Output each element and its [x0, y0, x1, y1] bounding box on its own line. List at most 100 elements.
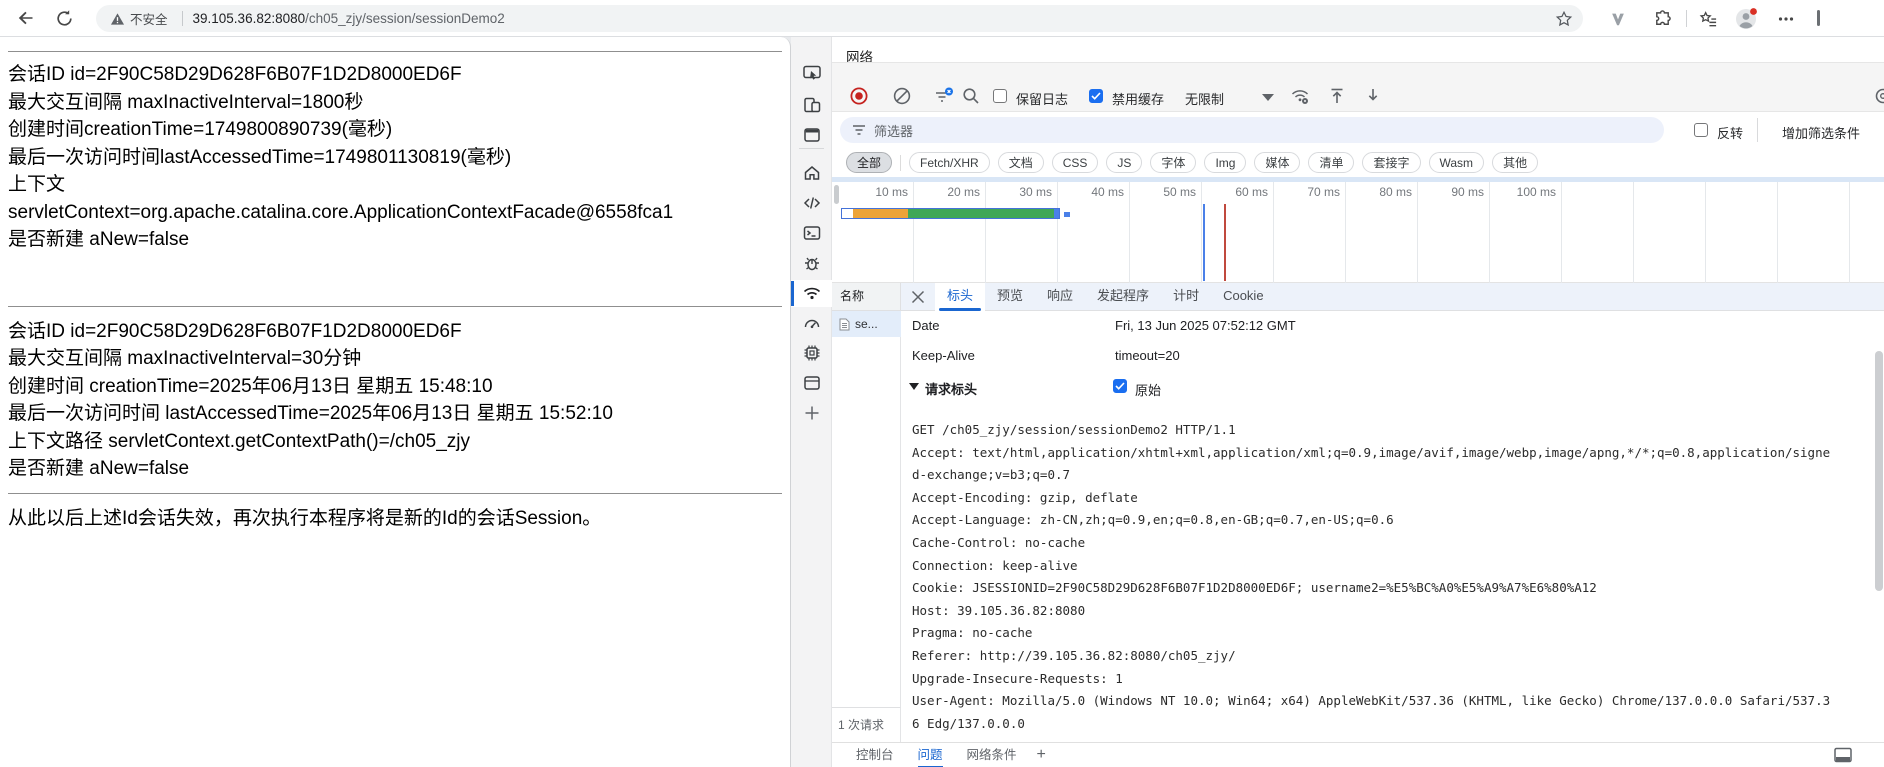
profile-avatar[interactable] [1734, 7, 1758, 31]
raw-headers-checkbox[interactable] [1113, 379, 1127, 393]
request-headers-section[interactable]: 请求标头 原始 [901, 375, 1884, 401]
tab-initiator[interactable]: 发起程序 [1085, 283, 1161, 311]
device-emulation-button[interactable] [799, 92, 825, 118]
console-icon [802, 223, 822, 243]
header-value: Fri, 13 Jun 2025 07:52:12 GMT [1115, 318, 1296, 333]
filter-chip-wasm[interactable]: Wasm [1429, 152, 1485, 173]
sidebar-toggle-partial[interactable] [1817, 10, 1820, 26]
request-headers-title: 请求标头 [925, 379, 977, 398]
filter-input[interactable]: 筛选器 [840, 117, 1664, 143]
url-text[interactable]: 39.105.36.82:8080/ch05_zjy/session/sessi… [193, 11, 1555, 26]
elements-tool-button[interactable] [799, 190, 825, 216]
raw-header-line: Connection: keep-alive [912, 558, 1884, 581]
filter-chip-manifest[interactable]: 清单 [1308, 152, 1354, 173]
close-details-button[interactable] [901, 290, 935, 304]
devtools-drawer-bar: 控制台 问题 网络条件 + [832, 742, 1884, 767]
request-waterfall-bar[interactable] [841, 208, 1060, 219]
request-list-row[interactable]: se... [832, 311, 901, 337]
header-row-date: Date Fri, 13 Jun 2025 07:52:12 GMT [901, 311, 1884, 341]
more-menu-button[interactable] [1774, 7, 1798, 31]
browser-window-button[interactable] [799, 122, 825, 148]
extensions-button[interactable] [1650, 7, 1674, 31]
more-filters-button[interactable]: 增加筛选条件 [1782, 123, 1860, 142]
console-tool-button[interactable] [799, 220, 825, 246]
raw-headers-label[interactable]: 原始 [1135, 380, 1161, 399]
request-type-filters: 全部 Fetch/XHR 文档 CSS JS 字体 Img 媒体 清单 套接字 … [832, 148, 1884, 177]
tab-response[interactable]: 响应 [1035, 283, 1085, 311]
filter-chip-all[interactable]: 全部 [846, 152, 892, 173]
network-conditions-button[interactable] [1290, 86, 1310, 106]
preserve-log-label[interactable]: 保留日志 [1016, 89, 1068, 108]
export-har-button[interactable] [1364, 87, 1382, 105]
filter-chip-doc[interactable]: 文档 [998, 152, 1044, 173]
drawer-tab-issues[interactable]: 问题 [918, 743, 943, 767]
disable-cache-checkbox[interactable] [1089, 89, 1103, 103]
memory-tool-button[interactable] [799, 340, 825, 366]
record-stop-button[interactable] [850, 87, 868, 105]
drawer-add-tab-button[interactable]: + [1037, 746, 1046, 764]
search-button[interactable] [962, 87, 980, 105]
favorite-star-icon[interactable] [1555, 10, 1573, 28]
application-tool-button[interactable] [799, 370, 825, 396]
throttling-select[interactable]: 无限制 [1185, 89, 1224, 108]
gridline [985, 182, 986, 283]
tab-preview[interactable]: 预览 [985, 283, 1035, 311]
collections-icon [1699, 10, 1718, 29]
overview-grip[interactable] [834, 185, 839, 204]
welcome-tool-button[interactable] [799, 160, 825, 186]
section-collapse-arrow[interactable] [909, 383, 919, 390]
back-button[interactable] [14, 6, 38, 30]
header-row-keepalive: Keep-Alive timeout=20 [901, 341, 1884, 371]
filter-chip-media[interactable]: 媒体 [1254, 152, 1300, 173]
address-bar[interactable]: 不安全 39.105.36.82:8080/ch05_zjy/session/s… [96, 5, 1583, 32]
name-column-header[interactable]: 名称 [832, 283, 901, 311]
tab-headers[interactable]: 标头 [935, 283, 985, 311]
reload-button[interactable] [52, 6, 76, 30]
filter-chip-img[interactable]: Img [1204, 152, 1246, 173]
add-tool-button[interactable] [799, 400, 825, 426]
preserve-log-checkbox[interactable] [993, 89, 1007, 103]
extension-v-button[interactable] [1606, 7, 1630, 31]
activity-bar-divider [799, 148, 824, 149]
security-chip[interactable]: 不安全 [106, 9, 172, 28]
waterfall-overview[interactable]: 10 ms 20 ms 30 ms 40 ms 50 ms 60 ms 70 m… [832, 182, 1884, 283]
debugger-tool-button[interactable] [799, 250, 825, 276]
gauge-icon [802, 313, 822, 333]
dock-side-button[interactable] [1834, 747, 1852, 763]
filter-chip-css[interactable]: CSS [1052, 152, 1099, 173]
import-har-button[interactable] [1328, 87, 1346, 105]
clear-button[interactable] [893, 87, 911, 105]
drawer-tab-console[interactable]: 控制台 [856, 743, 894, 767]
collections-button[interactable] [1696, 7, 1720, 31]
invert-label[interactable]: 反转 [1717, 123, 1743, 142]
throttling-dropdown-arrow[interactable] [1262, 94, 1274, 101]
ellipsis-icon [1777, 10, 1795, 28]
filter-funnel-icon [852, 124, 866, 136]
home-icon [802, 163, 822, 183]
session-line: servletContext=org.apache.catalina.core.… [8, 199, 782, 227]
inspect-tool-button[interactable] [799, 60, 825, 86]
puzzle-icon [1653, 10, 1672, 29]
disable-cache-label[interactable]: 禁用缓存 [1112, 89, 1164, 108]
filter-chip-font[interactable]: 字体 [1150, 152, 1196, 173]
filter-chip-socket[interactable]: 套接字 [1362, 152, 1420, 173]
filter-chip-xhr[interactable]: Fetch/XHR [909, 152, 990, 173]
performance-tool-button[interactable] [799, 310, 825, 336]
session-line: 最大交互间隔 maxInactiveInterval=1800秒 [8, 89, 782, 117]
check-icon [1115, 382, 1125, 390]
tab-timing[interactable]: 计时 [1161, 283, 1211, 311]
drawer-tab-network-conditions[interactable]: 网络条件 [967, 743, 1017, 767]
filter-toggle-button[interactable] [934, 87, 954, 105]
settings-partial-button[interactable] [1874, 87, 1884, 105]
tick-label: 100 ms [1504, 185, 1556, 199]
reload-icon [55, 9, 74, 28]
details-scrollbar-thumb[interactable] [1875, 351, 1883, 591]
filter-chip-other[interactable]: 其他 [1492, 152, 1538, 173]
invert-checkbox[interactable] [1694, 123, 1708, 137]
waterfall-end-cap [1054, 209, 1059, 218]
details-scrollbar[interactable] [1875, 315, 1883, 735]
session-line: 是否新建 aNew=false [8, 455, 782, 483]
filter-chip-js[interactable]: JS [1106, 152, 1142, 173]
tab-cookies[interactable]: Cookie [1211, 283, 1275, 311]
network-tool-button[interactable] [799, 280, 825, 306]
